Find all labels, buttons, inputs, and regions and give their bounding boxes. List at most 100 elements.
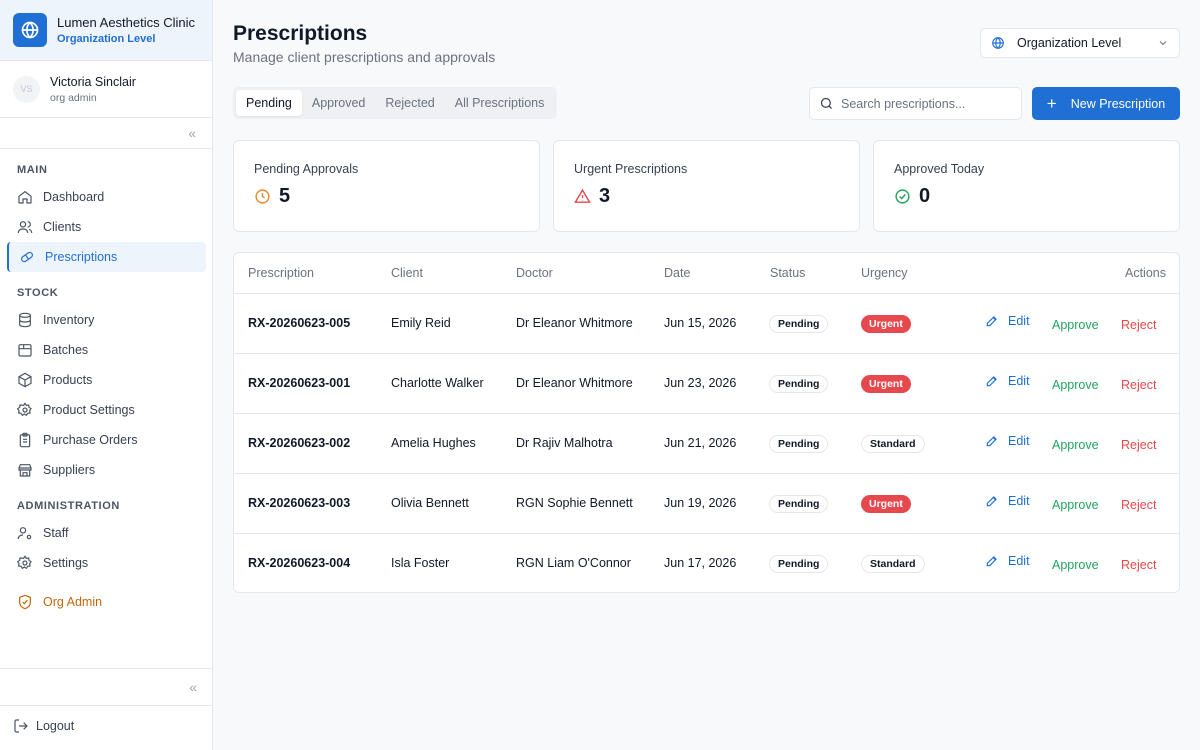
search-icon <box>820 97 832 109</box>
edit-button[interactable]: Edit <box>985 494 1030 508</box>
shield-check-icon <box>19 594 31 610</box>
column-header-doctor[interactable]: Doctor <box>516 266 553 280</box>
collapse-sidebar-bottom-button[interactable]: « <box>0 668 213 706</box>
gear-icon <box>17 555 32 570</box>
sidebar-item-products[interactable]: Products <box>7 365 206 395</box>
urgency-badge: Standard <box>861 555 925 573</box>
logout-icon <box>14 719 28 733</box>
client-name: Amelia Hughes <box>391 436 476 450</box>
stat-value: 3 <box>599 185 611 207</box>
pencil-icon <box>986 556 997 567</box>
status-badge: Pending <box>769 495 829 513</box>
column-header-status[interactable]: Status <box>770 266 805 280</box>
gear-icon <box>17 402 32 417</box>
edit-label: Edit <box>1008 494 1030 508</box>
column-header-urgency[interactable]: Urgency <box>861 266 908 280</box>
client-name: Emily Reid <box>391 316 451 330</box>
new-prescription-button[interactable]: + New Prescription <box>1032 87 1180 120</box>
column-header-client[interactable]: Client <box>391 266 423 280</box>
user-profile[interactable]: VS Victoria Sinclair org admin <box>0 61 212 118</box>
sidebar-item-suppliers[interactable]: Suppliers <box>7 455 206 485</box>
sidebar-item-inventory[interactable]: Inventory <box>7 305 206 335</box>
client-name: Isla Foster <box>391 556 450 570</box>
sidebar-item-staff[interactable]: Staff <box>7 518 206 548</box>
tab-approved[interactable]: Approved <box>302 90 376 116</box>
approve-button[interactable]: Approve <box>1052 318 1099 332</box>
table-row[interactable]: RX-20260623-005 Emily Reid Dr Eleanor Whit… <box>234 294 1179 354</box>
doctor-name: Dr Eleanor Whitmore <box>516 376 633 390</box>
doctor-name: RGN Liam O'Connor <box>516 556 631 570</box>
approve-button[interactable]: Approve <box>1052 498 1099 512</box>
prescription-id[interactable]: RX-20260623-001 <box>248 376 350 390</box>
chevrons-left-icon: « <box>189 679 197 695</box>
approve-button[interactable]: Approve <box>1052 438 1099 452</box>
column-header-prescription[interactable]: Prescription <box>248 266 314 280</box>
prescription-id[interactable]: RX-20260623-002 <box>248 436 350 450</box>
reject-button[interactable]: Reject <box>1121 438 1156 452</box>
sidebar-item-batches[interactable]: Batches <box>7 335 206 365</box>
nav-section-stock: STOCK <box>17 287 59 299</box>
pencil-icon <box>986 436 997 447</box>
doctor-name: RGN Sophie Bennett <box>516 496 633 510</box>
pencil-icon <box>986 496 997 507</box>
pill-icon <box>21 251 33 263</box>
prescription-id[interactable]: RX-20260623-003 <box>248 496 350 510</box>
sidebar-item-purchase-orders[interactable]: Purchase Orders <box>7 425 206 455</box>
prescription-date: Jun 19, 2026 <box>664 496 737 510</box>
reject-button[interactable]: Reject <box>1121 558 1156 572</box>
organization-level-select[interactable]: Organization Level <box>980 28 1180 58</box>
stat-label: Urgent Prescriptions <box>574 162 688 176</box>
logout-label: Logout <box>36 719 75 733</box>
prescription-date: Jun 23, 2026 <box>664 376 737 390</box>
nav-section-main: MAIN <box>17 164 48 176</box>
approve-button[interactable]: Approve <box>1052 558 1099 572</box>
chevrons-left-icon: « <box>188 125 196 141</box>
user-role: org admin <box>50 91 97 104</box>
organization-level-value: Organization Level <box>1017 36 1122 50</box>
box-icon <box>18 372 32 388</box>
edit-button[interactable]: Edit <box>985 374 1030 388</box>
sidebar-item-label: Batches <box>43 343 89 357</box>
database-icon <box>19 312 31 328</box>
sidebar-item-prescriptions[interactable]: Prescriptions <box>7 242 206 272</box>
org-level-label: Organization Level <box>57 33 156 45</box>
logout-button[interactable]: Logout <box>13 718 74 734</box>
reject-button[interactable]: Reject <box>1121 498 1156 512</box>
table-row[interactable]: RX-20260623-004 Isla Foster RGN Liam O'Con… <box>234 534 1179 592</box>
prescription-id[interactable]: RX-20260623-004 <box>248 556 350 570</box>
edit-button[interactable]: Edit <box>985 554 1030 568</box>
column-header-date[interactable]: Date <box>664 266 690 280</box>
prescription-id[interactable]: RX-20260623-005 <box>248 316 350 330</box>
stat-label: Approved Today <box>894 162 985 176</box>
doctor-name: Dr Rajiv Malhotra <box>516 436 613 450</box>
reject-button[interactable]: Reject <box>1121 318 1156 332</box>
sidebar-item-org-admin[interactable]: Org Admin <box>7 587 206 617</box>
table-row[interactable]: RX-20260623-003 Olivia Bennett RGN Sophie … <box>234 474 1179 534</box>
sidebar-item-label: Suppliers <box>43 463 96 477</box>
sidebar-item-settings[interactable]: Settings <box>7 548 206 578</box>
sidebar-item-clients[interactable]: Clients <box>7 212 206 242</box>
table-row[interactable]: RX-20260623-001 Charlotte Walker Dr Eleano… <box>234 354 1179 414</box>
store-icon <box>18 464 32 477</box>
approve-button[interactable]: Approve <box>1052 378 1099 392</box>
tab-rejected[interactable]: Rejected <box>375 90 444 116</box>
urgency-badge: Urgent <box>861 315 911 333</box>
sidebar: Lumen Aesthetics Clinic Organization Lev… <box>0 0 213 750</box>
table-row[interactable]: RX-20260623-002 Amelia Hughes Dr Rajiv Mal… <box>234 414 1179 474</box>
plus-icon: + <box>1046 94 1057 113</box>
globe-icon <box>992 37 1004 49</box>
org-name: Lumen Aesthetics Clinic <box>57 15 196 30</box>
page-subtitle: Manage client prescriptions and approval… <box>233 49 496 65</box>
search-input[interactable] <box>841 96 1011 111</box>
org-header[interactable]: Lumen Aesthetics Clinic Organization Lev… <box>0 0 212 61</box>
edit-button[interactable]: Edit <box>985 314 1030 328</box>
reject-button[interactable]: Reject <box>1121 378 1156 392</box>
tab-pending[interactable]: Pending <box>236 90 302 116</box>
collapse-sidebar-button[interactable]: « <box>0 118 212 149</box>
alert-triangle-icon <box>574 188 591 203</box>
sidebar-item-product-settings[interactable]: Product Settings <box>7 395 206 425</box>
tab-all-prescriptions[interactable]: All Prescriptions <box>445 90 555 116</box>
status-badge: Pending <box>769 435 829 453</box>
edit-button[interactable]: Edit <box>985 434 1030 448</box>
sidebar-item-dashboard[interactable]: Dashboard <box>7 182 206 212</box>
